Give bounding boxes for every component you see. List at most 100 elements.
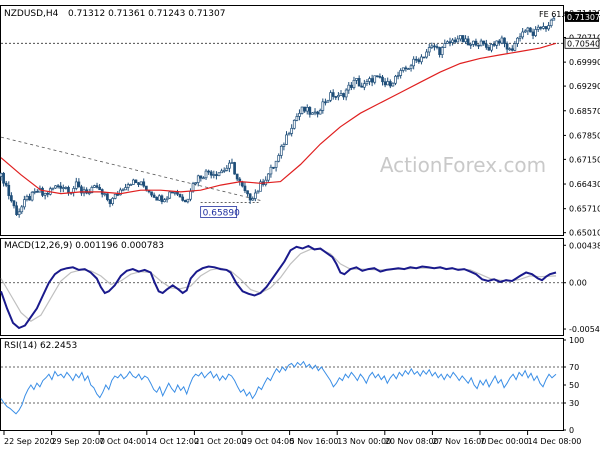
price-tick-label: 0.67150 (569, 155, 600, 164)
candle (30, 191, 34, 201)
candle (350, 84, 353, 88)
candle (523, 30, 527, 33)
candle (508, 48, 512, 51)
candle (106, 193, 109, 200)
candle (298, 113, 301, 117)
candle (41, 187, 44, 196)
candle (477, 44, 480, 47)
price-tick-label: 0.69990 (569, 58, 600, 67)
candle (516, 37, 519, 44)
candle (526, 27, 530, 32)
candle (407, 68, 410, 70)
candle (144, 185, 148, 191)
candle (165, 197, 169, 201)
price-panel-frame (0, 5, 564, 236)
candle (453, 39, 457, 43)
candle (10, 195, 13, 202)
x-tick-label: 5 Nov 16:00 (290, 437, 339, 446)
candle (539, 26, 543, 29)
candle (290, 127, 294, 134)
candle (178, 193, 182, 198)
candle (510, 48, 514, 51)
candle (542, 26, 545, 29)
fib-label: FE 61.8 (539, 10, 569, 19)
candle (142, 181, 146, 187)
candle (375, 75, 379, 78)
candle (474, 40, 478, 46)
candle (150, 191, 153, 196)
candle (365, 81, 369, 85)
candle (246, 190, 249, 195)
x-tick-label: 7 Oct 04:00 (99, 437, 146, 446)
candle (352, 80, 356, 88)
candle (357, 78, 361, 87)
candle (427, 47, 431, 53)
candle (0, 172, 3, 177)
candle (67, 187, 70, 193)
forex-chart: ActionForex.com 0.65890 0.714200.707100.… (0, 0, 600, 450)
candle (2, 172, 5, 184)
x-tick-label: 14 Oct 12:00 (147, 437, 199, 446)
candle (456, 38, 460, 43)
candle (440, 47, 444, 55)
candle (28, 195, 31, 201)
candle (189, 190, 192, 200)
candle (536, 26, 540, 30)
candle (471, 40, 475, 45)
candle (401, 67, 405, 71)
symbol-label: NZDUSD,H4 (4, 9, 59, 19)
candle (404, 67, 408, 70)
candle (482, 40, 486, 45)
candle (225, 167, 229, 171)
candle (547, 25, 550, 30)
price-layer: 0.65890 (0, 15, 563, 219)
candle (170, 191, 174, 194)
candle (51, 187, 55, 190)
candle (155, 196, 159, 201)
candle (248, 193, 252, 201)
candle (251, 198, 255, 201)
candle (311, 112, 314, 115)
candle (93, 185, 96, 188)
candle (549, 19, 553, 26)
price-tick-label: 0.66430 (569, 180, 600, 189)
candle (77, 181, 81, 188)
candle (196, 175, 200, 183)
candle (4, 182, 8, 186)
chart-svg: ActionForex.com 0.65890 0.714200.707100.… (0, 5, 600, 446)
candle (386, 81, 390, 86)
candle (334, 96, 338, 98)
candle (417, 59, 421, 63)
candle (355, 78, 358, 81)
price-tick-label: 0.65710 (569, 205, 600, 214)
candle (487, 47, 491, 51)
candle (383, 81, 387, 86)
candle (409, 65, 413, 69)
candle (243, 185, 247, 192)
candle (443, 43, 447, 48)
candle (414, 58, 418, 61)
candle (87, 192, 91, 195)
price-tick-label: 0.68570 (569, 107, 600, 116)
candle (139, 181, 143, 185)
candle (430, 45, 434, 48)
candle (495, 40, 499, 46)
candle (381, 76, 384, 83)
candle (446, 41, 449, 44)
candle (152, 194, 156, 198)
macd-tick-label: 0.00 (569, 279, 587, 288)
price-tick-label: 0.69290 (569, 82, 600, 91)
candle (17, 211, 21, 215)
macd-tick-label: 0.004383 (569, 241, 600, 250)
axis-layer: 0.714200.707100.699900.692900.685700.678… (3, 9, 600, 446)
x-tick-label: 29 Oct 04:00 (242, 437, 294, 446)
candle (95, 185, 99, 188)
candle (274, 160, 278, 168)
candle (108, 199, 112, 204)
candle (98, 186, 101, 190)
candle (479, 40, 483, 47)
candle (448, 41, 452, 44)
candle (199, 175, 203, 179)
candle (59, 185, 63, 189)
candle (321, 101, 325, 111)
